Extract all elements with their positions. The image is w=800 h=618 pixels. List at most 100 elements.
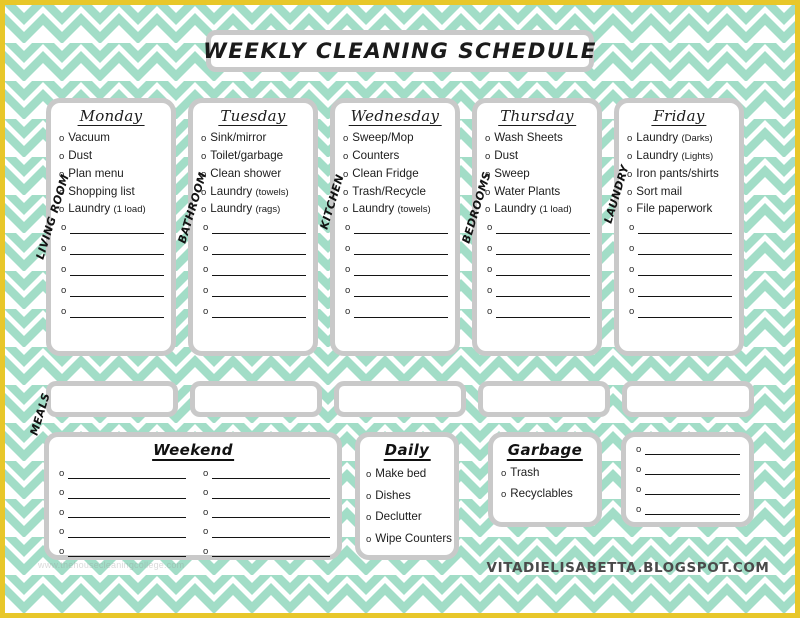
write-in-rule[interactable] <box>212 245 306 255</box>
write-in-rule[interactable] <box>70 266 164 276</box>
task-item[interactable]: o Clean Fridge <box>343 168 451 180</box>
blank-line[interactable]: o <box>203 508 330 519</box>
write-in-rule[interactable] <box>354 287 448 297</box>
blank-line[interactable]: o <box>203 527 330 538</box>
blank-line[interactable]: o <box>487 307 590 318</box>
write-in-rule[interactable] <box>354 266 448 276</box>
blank-line[interactable]: o <box>629 307 732 318</box>
blank-line[interactable]: o <box>61 223 164 234</box>
write-in-rule[interactable] <box>68 489 186 499</box>
blank-line[interactable]: o <box>636 444 740 455</box>
task-item[interactable]: o Iron pants/shirts <box>627 168 735 180</box>
write-in-rule[interactable] <box>638 287 732 297</box>
task-item[interactable]: o Make bed <box>366 468 450 480</box>
write-in-rule[interactable] <box>496 224 590 234</box>
blank-line[interactable]: o <box>61 307 164 318</box>
blank-line[interactable]: o <box>203 286 306 297</box>
write-in-rule[interactable] <box>638 308 732 318</box>
write-in-rule[interactable] <box>68 547 186 558</box>
task-item[interactable]: o Recyclables <box>501 488 593 500</box>
task-item[interactable]: o Clean shower <box>201 168 309 180</box>
blank-line[interactable]: o <box>345 286 448 297</box>
task-item[interactable]: o Laundry (Lights) <box>627 150 735 162</box>
write-in-rule[interactable] <box>354 308 448 318</box>
write-in-rule[interactable] <box>496 308 590 318</box>
blank-line[interactable]: o <box>629 244 732 255</box>
blank-line[interactable]: o <box>59 488 186 499</box>
task-item[interactable]: o Laundry (rags) <box>201 203 309 215</box>
blank-line[interactable]: o <box>345 244 448 255</box>
meal-box[interactable] <box>334 381 466 417</box>
task-item[interactable]: o Laundry (towels) <box>201 185 309 198</box>
blank-line[interactable]: o <box>59 547 186 558</box>
write-in-rule[interactable] <box>212 547 330 558</box>
blank-line[interactable]: o <box>203 244 306 255</box>
blank-line[interactable]: o <box>487 244 590 255</box>
task-item[interactable]: o Laundry (1 load) <box>59 203 167 215</box>
write-in-rule[interactable] <box>496 287 590 297</box>
write-in-rule[interactable] <box>70 308 164 318</box>
task-item[interactable]: o Toilet/garbage <box>201 150 309 162</box>
task-item[interactable]: o Plan menu <box>59 168 167 180</box>
blank-line[interactable]: o <box>345 265 448 276</box>
task-item[interactable]: o Dishes <box>366 490 450 502</box>
write-in-rule[interactable] <box>68 469 186 480</box>
write-in-rule[interactable] <box>354 224 448 234</box>
task-item[interactable]: o Laundry (1 load) <box>485 203 593 215</box>
meal-box[interactable] <box>622 381 754 417</box>
write-in-rule[interactable] <box>212 528 330 538</box>
blank-line[interactable]: o <box>203 265 306 276</box>
meal-box[interactable] <box>190 381 322 417</box>
write-in-rule[interactable] <box>354 245 448 255</box>
blank-line[interactable]: o <box>487 265 590 276</box>
blank-line[interactable]: o <box>629 286 732 297</box>
blank-line[interactable]: o <box>487 286 590 297</box>
task-item[interactable]: o Dust <box>485 150 593 162</box>
blank-line[interactable]: o <box>636 464 740 475</box>
blank-line[interactable]: o <box>487 223 590 234</box>
blank-line[interactable]: o <box>636 504 740 515</box>
task-item[interactable]: o Sweep/Mop <box>343 132 451 144</box>
write-in-rule[interactable] <box>212 287 306 297</box>
write-in-rule[interactable] <box>70 245 164 255</box>
write-in-rule[interactable] <box>645 505 740 515</box>
blank-line[interactable]: o <box>61 244 164 255</box>
write-in-rule[interactable] <box>68 528 186 538</box>
blank-line[interactable]: o <box>61 286 164 297</box>
write-in-rule[interactable] <box>212 469 330 480</box>
meal-box[interactable] <box>478 381 610 417</box>
task-item[interactable]: o Vacuum <box>59 132 167 144</box>
task-item[interactable]: o File paperwork <box>627 203 735 215</box>
write-in-rule[interactable] <box>70 287 164 297</box>
blank-line[interactable]: o <box>629 223 732 234</box>
blank-line[interactable]: o <box>203 469 330 480</box>
write-in-rule[interactable] <box>212 508 330 519</box>
task-item[interactable]: o Trash <box>501 467 593 479</box>
task-item[interactable]: o Wash Sheets <box>485 132 593 144</box>
task-item[interactable]: o Shopping list <box>59 185 167 198</box>
task-item[interactable]: o Sink/mirror <box>201 132 309 144</box>
task-item[interactable]: o Sweep <box>485 168 593 180</box>
write-in-rule[interactable] <box>638 224 732 234</box>
blank-line[interactable]: o <box>59 508 186 519</box>
blank-line[interactable]: o <box>203 223 306 234</box>
write-in-rule[interactable] <box>212 224 306 234</box>
blank-line[interactable]: o <box>59 527 186 538</box>
write-in-rule[interactable] <box>212 266 306 276</box>
write-in-rule[interactable] <box>212 308 306 318</box>
write-in-rule[interactable] <box>212 489 330 499</box>
write-in-rule[interactable] <box>645 465 740 475</box>
blank-line[interactable]: o <box>61 265 164 276</box>
meal-box[interactable] <box>46 381 178 417</box>
task-item[interactable]: o Laundry (Darks) <box>627 132 735 144</box>
blank-line[interactable]: o <box>636 484 740 495</box>
write-in-rule[interactable] <box>645 445 740 455</box>
write-in-rule[interactable] <box>68 508 186 519</box>
write-in-rule[interactable] <box>638 266 732 276</box>
blank-line[interactable]: o <box>203 547 330 558</box>
task-item[interactable]: o Trash/Recycle <box>343 185 451 198</box>
task-item[interactable]: o Declutter <box>366 511 450 523</box>
blank-line[interactable]: o <box>59 469 186 480</box>
task-item[interactable]: o Counters <box>343 150 451 162</box>
blank-line[interactable]: o <box>203 307 306 318</box>
